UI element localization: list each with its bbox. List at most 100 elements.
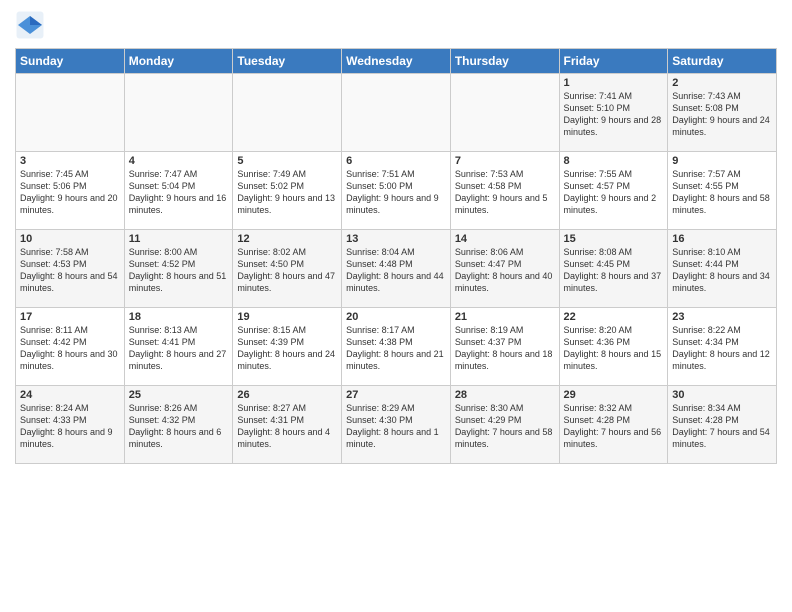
cell-info: Sunrise: 8:24 AM Sunset: 4:33 PM Dayligh…	[20, 402, 120, 451]
cell-info: Sunrise: 8:17 AM Sunset: 4:38 PM Dayligh…	[346, 324, 446, 373]
logo-icon	[15, 10, 45, 40]
day-number: 7	[455, 155, 555, 167]
calendar-week-row: 10Sunrise: 7:58 AM Sunset: 4:53 PM Dayli…	[16, 230, 777, 308]
day-number: 8	[564, 155, 664, 167]
day-number: 1	[564, 77, 664, 89]
calendar-cell: 24Sunrise: 8:24 AM Sunset: 4:33 PM Dayli…	[16, 386, 125, 464]
day-number: 30	[672, 389, 772, 401]
calendar-cell: 27Sunrise: 8:29 AM Sunset: 4:30 PM Dayli…	[342, 386, 451, 464]
calendar-cell: 12Sunrise: 8:02 AM Sunset: 4:50 PM Dayli…	[233, 230, 342, 308]
day-number: 18	[129, 311, 229, 323]
calendar-cell: 23Sunrise: 8:22 AM Sunset: 4:34 PM Dayli…	[668, 308, 777, 386]
cell-info: Sunrise: 8:00 AM Sunset: 4:52 PM Dayligh…	[129, 246, 229, 295]
day-of-week-header: Sunday	[16, 49, 125, 74]
cell-info: Sunrise: 7:53 AM Sunset: 4:58 PM Dayligh…	[455, 168, 555, 217]
cell-info: Sunrise: 8:06 AM Sunset: 4:47 PM Dayligh…	[455, 246, 555, 295]
day-number: 11	[129, 233, 229, 245]
cell-info: Sunrise: 8:04 AM Sunset: 4:48 PM Dayligh…	[346, 246, 446, 295]
calendar-week-row: 17Sunrise: 8:11 AM Sunset: 4:42 PM Dayli…	[16, 308, 777, 386]
day-number: 17	[20, 311, 120, 323]
day-of-week-header: Friday	[559, 49, 668, 74]
cell-info: Sunrise: 7:41 AM Sunset: 5:10 PM Dayligh…	[564, 90, 664, 139]
calendar-cell: 2Sunrise: 7:43 AM Sunset: 5:08 PM Daylig…	[668, 74, 777, 152]
day-number: 12	[237, 233, 337, 245]
calendar-cell: 14Sunrise: 8:06 AM Sunset: 4:47 PM Dayli…	[450, 230, 559, 308]
cell-info: Sunrise: 7:43 AM Sunset: 5:08 PM Dayligh…	[672, 90, 772, 139]
logo	[15, 10, 49, 40]
cell-info: Sunrise: 8:02 AM Sunset: 4:50 PM Dayligh…	[237, 246, 337, 295]
calendar-cell: 5Sunrise: 7:49 AM Sunset: 5:02 PM Daylig…	[233, 152, 342, 230]
day-number: 25	[129, 389, 229, 401]
header	[15, 10, 777, 40]
day-number: 4	[129, 155, 229, 167]
calendar-cell: 6Sunrise: 7:51 AM Sunset: 5:00 PM Daylig…	[342, 152, 451, 230]
day-of-week-header: Saturday	[668, 49, 777, 74]
calendar-cell: 21Sunrise: 8:19 AM Sunset: 4:37 PM Dayli…	[450, 308, 559, 386]
day-of-week-header: Wednesday	[342, 49, 451, 74]
calendar-cell	[124, 74, 233, 152]
cell-info: Sunrise: 8:22 AM Sunset: 4:34 PM Dayligh…	[672, 324, 772, 373]
calendar-cell: 16Sunrise: 8:10 AM Sunset: 4:44 PM Dayli…	[668, 230, 777, 308]
calendar-cell: 13Sunrise: 8:04 AM Sunset: 4:48 PM Dayli…	[342, 230, 451, 308]
day-number: 14	[455, 233, 555, 245]
calendar-cell: 20Sunrise: 8:17 AM Sunset: 4:38 PM Dayli…	[342, 308, 451, 386]
cell-info: Sunrise: 7:47 AM Sunset: 5:04 PM Dayligh…	[129, 168, 229, 217]
cell-info: Sunrise: 7:45 AM Sunset: 5:06 PM Dayligh…	[20, 168, 120, 217]
calendar-cell: 8Sunrise: 7:55 AM Sunset: 4:57 PM Daylig…	[559, 152, 668, 230]
day-number: 5	[237, 155, 337, 167]
calendar-cell: 17Sunrise: 8:11 AM Sunset: 4:42 PM Dayli…	[16, 308, 125, 386]
cell-info: Sunrise: 8:29 AM Sunset: 4:30 PM Dayligh…	[346, 402, 446, 451]
calendar-cell: 15Sunrise: 8:08 AM Sunset: 4:45 PM Dayli…	[559, 230, 668, 308]
calendar-cell: 11Sunrise: 8:00 AM Sunset: 4:52 PM Dayli…	[124, 230, 233, 308]
calendar-cell: 7Sunrise: 7:53 AM Sunset: 4:58 PM Daylig…	[450, 152, 559, 230]
calendar-cell	[233, 74, 342, 152]
day-number: 3	[20, 155, 120, 167]
day-number: 26	[237, 389, 337, 401]
calendar-cell: 19Sunrise: 8:15 AM Sunset: 4:39 PM Dayli…	[233, 308, 342, 386]
calendar-cell: 1Sunrise: 7:41 AM Sunset: 5:10 PM Daylig…	[559, 74, 668, 152]
day-number: 21	[455, 311, 555, 323]
cell-info: Sunrise: 8:15 AM Sunset: 4:39 PM Dayligh…	[237, 324, 337, 373]
calendar-header-row: SundayMondayTuesdayWednesdayThursdayFrid…	[16, 49, 777, 74]
calendar-cell: 28Sunrise: 8:30 AM Sunset: 4:29 PM Dayli…	[450, 386, 559, 464]
calendar-cell: 18Sunrise: 8:13 AM Sunset: 4:41 PM Dayli…	[124, 308, 233, 386]
calendar-week-row: 1Sunrise: 7:41 AM Sunset: 5:10 PM Daylig…	[16, 74, 777, 152]
cell-info: Sunrise: 7:57 AM Sunset: 4:55 PM Dayligh…	[672, 168, 772, 217]
day-number: 23	[672, 311, 772, 323]
day-number: 6	[346, 155, 446, 167]
calendar-cell: 25Sunrise: 8:26 AM Sunset: 4:32 PM Dayli…	[124, 386, 233, 464]
day-number: 28	[455, 389, 555, 401]
day-number: 29	[564, 389, 664, 401]
page: SundayMondayTuesdayWednesdayThursdayFrid…	[0, 0, 792, 612]
day-number: 2	[672, 77, 772, 89]
cell-info: Sunrise: 8:13 AM Sunset: 4:41 PM Dayligh…	[129, 324, 229, 373]
cell-info: Sunrise: 8:27 AM Sunset: 4:31 PM Dayligh…	[237, 402, 337, 451]
cell-info: Sunrise: 8:08 AM Sunset: 4:45 PM Dayligh…	[564, 246, 664, 295]
calendar-cell: 26Sunrise: 8:27 AM Sunset: 4:31 PM Dayli…	[233, 386, 342, 464]
calendar-week-row: 3Sunrise: 7:45 AM Sunset: 5:06 PM Daylig…	[16, 152, 777, 230]
cell-info: Sunrise: 8:34 AM Sunset: 4:28 PM Dayligh…	[672, 402, 772, 451]
calendar-cell: 10Sunrise: 7:58 AM Sunset: 4:53 PM Dayli…	[16, 230, 125, 308]
day-number: 16	[672, 233, 772, 245]
cell-info: Sunrise: 7:51 AM Sunset: 5:00 PM Dayligh…	[346, 168, 446, 217]
calendar: SundayMondayTuesdayWednesdayThursdayFrid…	[15, 48, 777, 464]
day-of-week-header: Monday	[124, 49, 233, 74]
calendar-cell	[342, 74, 451, 152]
day-number: 15	[564, 233, 664, 245]
cell-info: Sunrise: 8:20 AM Sunset: 4:36 PM Dayligh…	[564, 324, 664, 373]
calendar-cell: 9Sunrise: 7:57 AM Sunset: 4:55 PM Daylig…	[668, 152, 777, 230]
cell-info: Sunrise: 7:58 AM Sunset: 4:53 PM Dayligh…	[20, 246, 120, 295]
cell-info: Sunrise: 7:55 AM Sunset: 4:57 PM Dayligh…	[564, 168, 664, 217]
day-number: 9	[672, 155, 772, 167]
cell-info: Sunrise: 8:10 AM Sunset: 4:44 PM Dayligh…	[672, 246, 772, 295]
day-number: 10	[20, 233, 120, 245]
calendar-cell: 22Sunrise: 8:20 AM Sunset: 4:36 PM Dayli…	[559, 308, 668, 386]
calendar-cell	[450, 74, 559, 152]
calendar-week-row: 24Sunrise: 8:24 AM Sunset: 4:33 PM Dayli…	[16, 386, 777, 464]
cell-info: Sunrise: 8:26 AM Sunset: 4:32 PM Dayligh…	[129, 402, 229, 451]
day-number: 19	[237, 311, 337, 323]
calendar-cell: 3Sunrise: 7:45 AM Sunset: 5:06 PM Daylig…	[16, 152, 125, 230]
cell-info: Sunrise: 8:30 AM Sunset: 4:29 PM Dayligh…	[455, 402, 555, 451]
cell-info: Sunrise: 8:19 AM Sunset: 4:37 PM Dayligh…	[455, 324, 555, 373]
day-number: 27	[346, 389, 446, 401]
